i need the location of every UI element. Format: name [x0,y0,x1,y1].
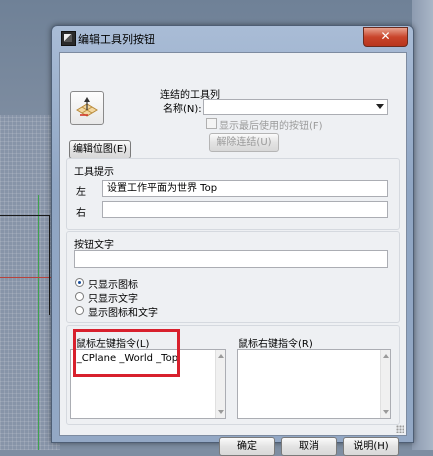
radio-icon-and-text-label: 显示图标和文字 [88,308,158,319]
tooltip-group-label: 工具提示 [74,167,114,178]
scroll-down-icon[interactable] [218,410,224,414]
button-text-group-label: 按钮文字 [74,240,114,251]
scroll-down-icon[interactable] [383,410,389,414]
app-icon [61,31,76,46]
show-last-used-label: 显示最后使用的按钮(F) [219,121,323,132]
edit-toolbar-button-dialog: 编辑工具列按钮 ✕ 编辑位图(E) 连结的工具列 名称(N): 显示最后使用的按… [51,25,414,456]
chevron-down-icon[interactable] [376,104,384,109]
button-bitmap-preview [70,91,104,125]
help-button[interactable]: 说明(H) [343,437,399,456]
tooltip-left-label: 左 [76,187,86,198]
radio-icon-only[interactable] [75,278,84,287]
cplane-world-top-icon [76,97,98,117]
scroll-up-icon[interactable] [383,354,389,358]
cancel-button[interactable]: 取消 [281,437,337,456]
left-command-scrollbar[interactable] [215,350,225,418]
resize-grip-icon[interactable] [396,425,404,433]
radio-icon-and-text[interactable] [75,306,84,315]
window-title: 编辑工具列按钮 [78,33,155,46]
annotation-highlight-box [73,329,180,377]
radio-icon-only-label: 只显示图标 [88,280,138,291]
title-bar[interactable]: 编辑工具列按钮 ✕ [52,26,413,50]
scroll-up-icon[interactable] [218,354,224,358]
button-text-input[interactable] [74,250,388,268]
dialog-client-area: 编辑位图(E) 连结的工具列 名称(N): 显示最后使用的按钮(F) 解除连结(… [59,52,407,456]
edit-bitmap-button[interactable]: 编辑位图(E) [69,140,131,159]
toolbar-name-combobox[interactable] [203,99,388,115]
unlink-button[interactable]: 解除连结(U) [209,133,279,152]
tooltip-right-label: 右 [76,208,86,219]
tooltip-right-input[interactable] [102,201,388,218]
right-command-label: 鼠标右键指令(R) [238,339,313,350]
show-last-used-checkbox[interactable] [206,118,217,129]
right-command-scrollbar[interactable] [380,350,390,418]
ok-button[interactable]: 确定 [219,437,275,456]
radio-text-only-label: 只显示文字 [88,294,138,305]
radio-text-only[interactable] [75,292,84,301]
viewport-edge-line [0,215,50,216]
viewport-edge-line-vertical [49,215,50,315]
tooltip-left-input[interactable]: 设置工作平面为世界 Top [102,180,388,197]
toolbar-name-label: 名称(N): [163,104,202,115]
viewport-y-axis-line [38,195,39,450]
viewport-background-right [412,0,433,450]
close-button[interactable]: ✕ [363,27,408,47]
right-command-textarea[interactable] [237,349,391,419]
